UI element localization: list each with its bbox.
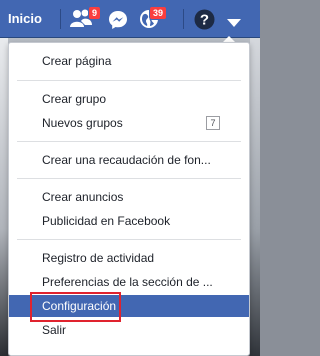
menu-item-news-feed-preferences[interactable]: Preferencias de la sección de ... [9, 271, 249, 293]
menu-item-label: Crear una recaudación de fon... [42, 153, 211, 167]
settings-highlight-box [30, 292, 121, 322]
menu-item-label: Crear página [42, 54, 112, 68]
menu-item-create-fundraiser[interactable]: Crear una recaudación de fon... [9, 149, 249, 171]
svg-text:?: ? [200, 12, 209, 29]
notifications-badge: 39 [149, 6, 168, 20]
nav-divider [183, 9, 184, 29]
menu-divider [17, 141, 241, 142]
menu-item-label: Crear anuncios [42, 190, 124, 204]
menu-item-log-out[interactable]: Salir [9, 319, 249, 341]
menu-item-create-group[interactable]: Crear grupo [9, 88, 249, 110]
menu-item-facebook-advertising[interactable]: Publicidad en Facebook [9, 210, 249, 232]
menu-item-new-groups[interactable]: Nuevos grupos 7 [9, 112, 249, 134]
caret-down-icon[interactable] [227, 15, 241, 33]
menu-item-label: Publicidad en Facebook [42, 214, 171, 228]
menu-item-label: Registro de actividad [42, 251, 155, 265]
help-icon[interactable]: ? [194, 9, 215, 35]
menu-item-label: Preferencias de la sección de ... [42, 275, 213, 289]
menu-item-activity-log[interactable]: Registro de actividad [9, 247, 249, 269]
menu-divider [17, 80, 241, 81]
menu-divider [17, 239, 241, 240]
friend-requests-badge: 9 [88, 6, 102, 20]
home-link[interactable]: Inicio [8, 11, 42, 26]
menu-divider [17, 178, 241, 179]
background-right-strip [250, 38, 260, 356]
background-left-strip [0, 38, 8, 356]
menu-item-create-ads[interactable]: Crear anuncios [9, 186, 249, 208]
menu-item-create-page[interactable]: Crear página [9, 50, 249, 72]
new-groups-count-badge: 7 [206, 116, 220, 130]
top-navigation-bar: Inicio 9 39 ? [0, 0, 260, 38]
messenger-icon[interactable] [108, 10, 128, 35]
menu-item-label: Nuevos grupos [42, 116, 123, 130]
nav-divider [60, 9, 61, 29]
menu-item-label: Salir [42, 323, 67, 337]
menu-item-label: Crear grupo [42, 92, 107, 106]
